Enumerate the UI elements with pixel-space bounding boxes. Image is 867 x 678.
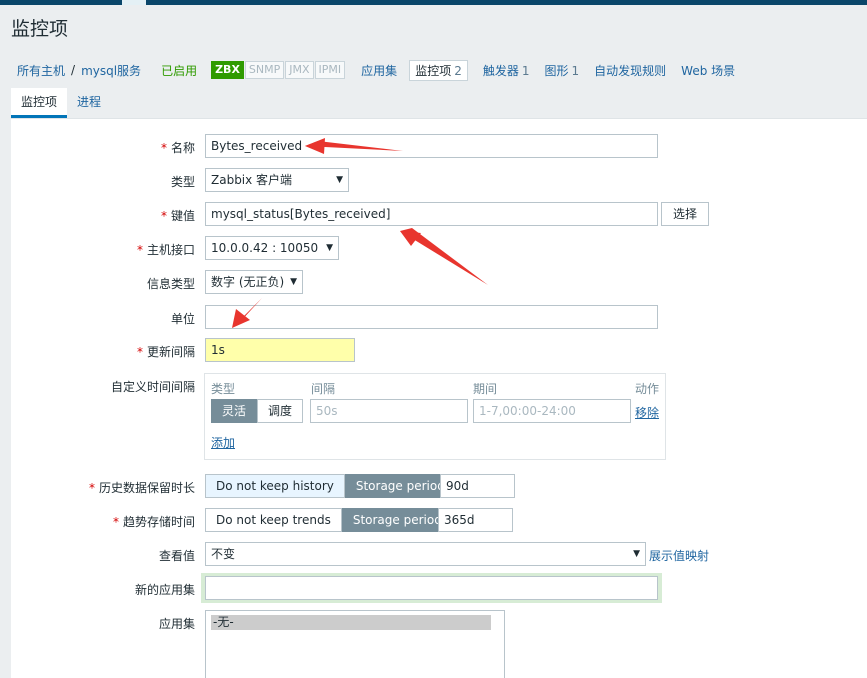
interval-label: * 更新间隔 (136, 345, 195, 359)
key-select-button[interactable]: 选择 (661, 202, 709, 226)
badge-jmx: JMX (285, 61, 314, 79)
new-app-input[interactable] (205, 576, 658, 600)
breadcrumb-all-hosts[interactable]: 所有主机 (17, 62, 65, 79)
key-label: * 键值 (160, 209, 195, 223)
breadcrumb-separator: / (71, 63, 76, 77)
top-nav-bar (0, 0, 867, 5)
nav-graphs[interactable]: 图形 1 (545, 62, 580, 79)
custom-intervals-label: 自定义时间间隔 (110, 380, 195, 394)
interface-label: * 主机接口 (136, 243, 195, 257)
trends-period-input[interactable]: 365d (438, 508, 513, 532)
trends-label: * 趋势存储时间 (112, 515, 195, 529)
custom-period-input[interactable]: 1-7,00:00-24:00 (473, 399, 631, 423)
badge-zbx: ZBX (211, 61, 244, 79)
tab-bar: 监控项 进程 (11, 88, 867, 119)
tab-item[interactable]: 监控项 (11, 88, 68, 118)
name-label: * 名称 (160, 141, 195, 155)
scheduling-option[interactable]: 调度 (257, 399, 304, 423)
info-type-select[interactable]: 数字 (无正负) ▼ (205, 270, 303, 294)
top-nav-highlight (122, 0, 146, 5)
trends-no-keep-option[interactable]: Do not keep trends (205, 508, 342, 532)
availability-badges: ZBX SNMP JMX IPMI (211, 61, 346, 79)
apps-option-none[interactable]: -无- (211, 615, 491, 630)
flexible-option[interactable]: 灵活 (211, 399, 258, 423)
valuemap-select[interactable]: 不变 ▼ (205, 542, 646, 566)
nav-applications[interactable]: 应用集 (361, 62, 397, 79)
remove-interval-link[interactable]: 移除 (635, 404, 659, 421)
type-label: 类型 (170, 175, 195, 189)
header-action: 动作 (635, 382, 660, 396)
custom-interval-input[interactable]: 50s (310, 399, 468, 423)
header-interval: 间隔 (311, 382, 336, 396)
chevron-down-icon: ▼ (633, 549, 640, 559)
interval-input[interactable]: 1s (205, 338, 355, 362)
units-label: 单位 (170, 312, 195, 326)
key-input[interactable]: mysql_status[Bytes_received] (205, 202, 658, 226)
history-period-input[interactable]: 90d (440, 474, 515, 498)
add-interval-link[interactable]: 添加 (211, 434, 235, 451)
page-title: 监控项 (11, 18, 69, 40)
chevron-down-icon: ▼ (326, 243, 333, 253)
type-select[interactable]: Zabbix 客户端 ▼ (205, 168, 349, 192)
interface-select[interactable]: 10.0.0.42 : 10050 ▼ (205, 236, 339, 260)
header-type: 类型 (211, 382, 236, 396)
valuemap-label: 查看值 (158, 549, 195, 563)
badge-ipmi: IPMI (314, 61, 346, 79)
header-period: 期间 (473, 382, 498, 396)
nav-items[interactable]: 监控项 2 (409, 59, 468, 81)
history-label: * 历史数据保留时长 (88, 481, 195, 495)
units-input[interactable] (205, 305, 658, 329)
apps-label: 应用集 (158, 617, 195, 631)
badge-snmp: SNMP (244, 61, 285, 79)
nav-triggers[interactable]: 触发器 1 (483, 62, 530, 79)
trends-storage-option[interactable]: Storage period (341, 508, 453, 532)
new-app-label: 新的应用集 (134, 583, 195, 597)
chevron-down-icon: ▼ (290, 277, 297, 287)
interval-type-toggle: 灵活 调度 (211, 399, 304, 423)
name-input[interactable]: Bytes_received (205, 134, 658, 158)
history-no-keep-option[interactable]: Do not keep history (205, 474, 345, 498)
tab-process[interactable]: 进程 (67, 88, 111, 118)
history-toggle: Do not keep history Storage period (205, 474, 456, 498)
nav-web-scenarios[interactable]: Web 场景 (681, 62, 735, 79)
apps-listbox[interactable]: -无- (205, 610, 505, 678)
show-valuemap-link[interactable]: 展示值映射 (649, 547, 709, 564)
host-status[interactable]: 已启用 (161, 62, 197, 79)
breadcrumb: 所有主机 / mysql服务 已启用 ZBX SNMP JMX IPMI 应用集… (17, 59, 735, 81)
trends-toggle: Do not keep trends Storage period (205, 508, 453, 532)
info-type-label: 信息类型 (146, 277, 195, 291)
nav-discovery-rules[interactable]: 自动发现规则 (594, 62, 666, 79)
chevron-down-icon: ▼ (336, 175, 343, 185)
breadcrumb-host[interactable]: mysql服务 (81, 62, 141, 79)
